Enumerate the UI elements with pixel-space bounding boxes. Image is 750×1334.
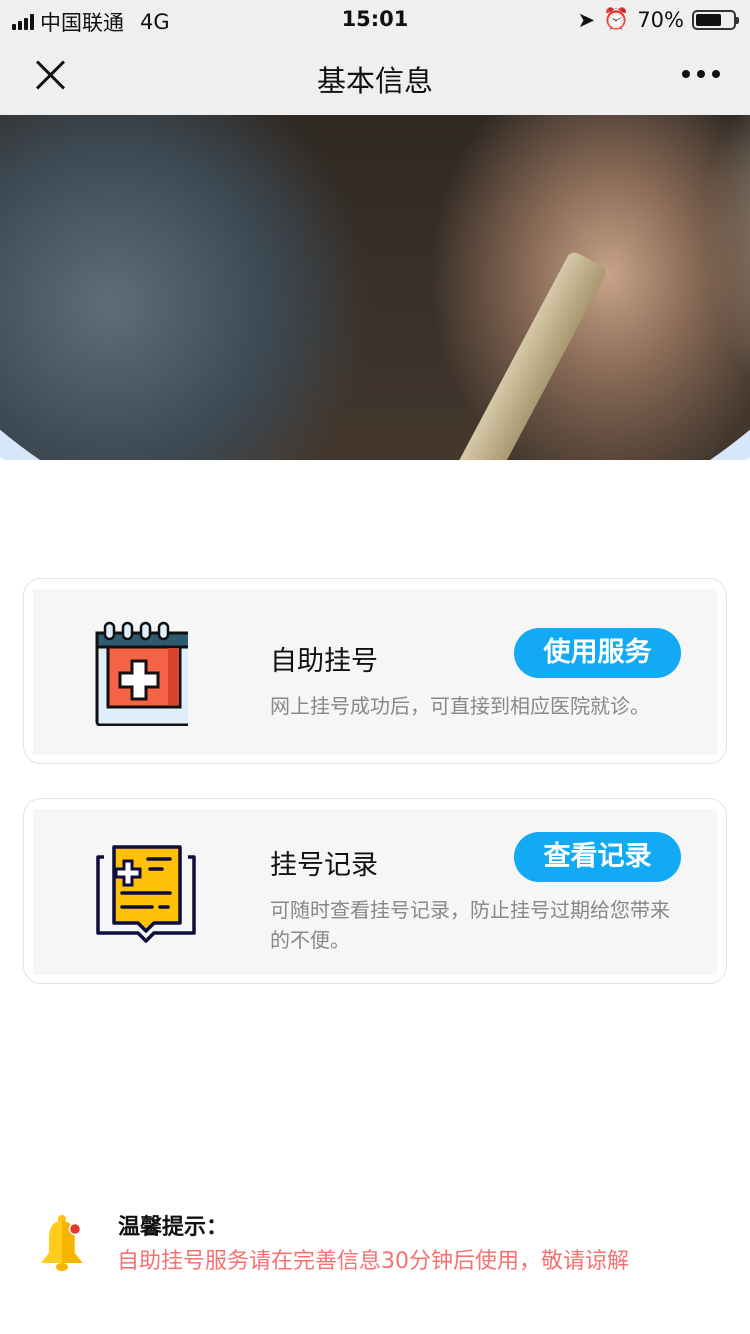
- alarm-icon: ⏰: [603, 7, 630, 31]
- notice: 温馨提示： 自助挂号服务请在完善信息30分钟后使用，敬请谅解: [0, 1205, 750, 1285]
- view-records-button[interactable]: 查看记录: [514, 832, 681, 882]
- use-service-button[interactable]: 使用服务: [514, 628, 681, 678]
- service-card-records: 挂号记录 查看记录 可随时查看挂号记录，防止挂号过期给您带来的不便。: [23, 798, 727, 984]
- notice-message: 自助挂号服务请在完善信息30分钟后使用，敬请谅解: [117, 1249, 629, 1274]
- more-icon[interactable]: [682, 70, 720, 78]
- location-icon: ➤: [577, 7, 596, 32]
- medical-record-icon: [96, 845, 196, 943]
- status-bar: 中国联通 4G 15:01 ➤ ⏰ 70%: [0, 0, 750, 40]
- page-title: 基本信息: [316, 64, 433, 98]
- calendar-medical-icon: [95, 621, 188, 726]
- service-desc: 网上挂号成功后，可直接到相应医院就诊。: [270, 694, 650, 718]
- banner-image: [0, 115, 750, 460]
- service-name: 自助挂号: [270, 646, 378, 677]
- service-card-register: 自助挂号 使用服务 网上挂号成功后，可直接到相应医院就诊。: [23, 578, 727, 764]
- phone-image: [453, 249, 609, 460]
- banner-photo: [0, 115, 750, 460]
- bell-icon: [41, 1215, 83, 1271]
- service-name: 挂号记录: [270, 850, 378, 881]
- battery-icon: [692, 9, 739, 30]
- battery-percent: 70%: [637, 7, 684, 32]
- notice-heading: 温馨提示：: [118, 1215, 229, 1240]
- nav-bar: 基本信息: [0, 40, 750, 115]
- service-desc: 可随时查看挂号记录，防止挂号过期给您带来的不便。: [270, 898, 670, 952]
